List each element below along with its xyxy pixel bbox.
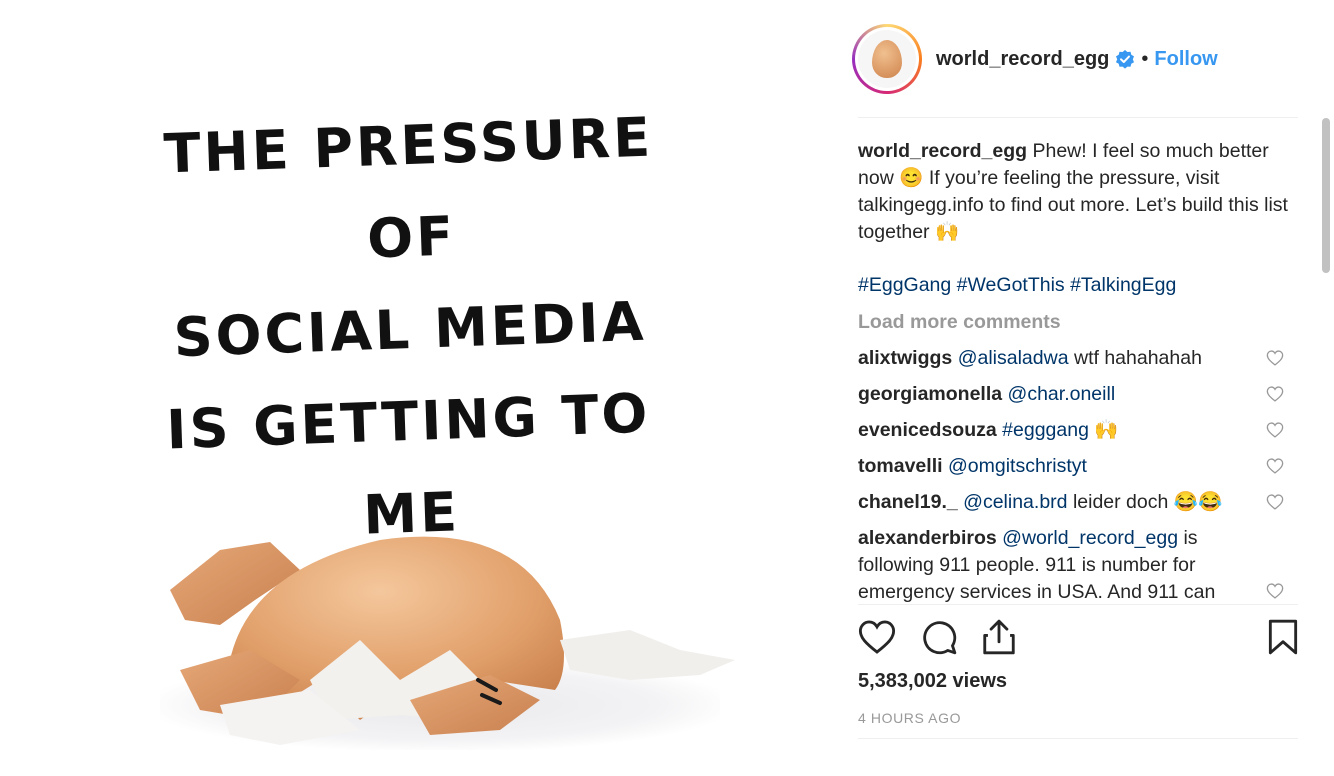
share-upload-icon[interactable] bbox=[980, 618, 1018, 656]
load-more-comments-button[interactable]: Load more comments bbox=[858, 309, 1298, 336]
header-divider bbox=[858, 117, 1298, 118]
verified-badge-icon bbox=[1116, 50, 1135, 69]
comment-username[interactable]: tomavelli bbox=[858, 455, 943, 477]
like-comment-heart-icon[interactable] bbox=[1266, 350, 1284, 366]
post-header: world_record_egg • Follow bbox=[852, 22, 1218, 96]
comment-mention[interactable]: @omgitschristyt bbox=[948, 455, 1087, 477]
post-side-panel: world_record_egg • Follow world_record_e… bbox=[830, 0, 1334, 776]
comment-username[interactable]: chanel19._ bbox=[858, 491, 958, 513]
comment-username[interactable]: alexanderbiros bbox=[858, 527, 997, 549]
comment-text: leider doch 😂😂 bbox=[1072, 491, 1223, 513]
header-username[interactable]: world_record_egg bbox=[936, 48, 1109, 71]
post-timestamp[interactable]: 4 HOURS AGO bbox=[858, 710, 961, 726]
comment-item: alixtwiggs @alisaladwa wtf hahahahah bbox=[858, 345, 1298, 372]
comments-scrollbar[interactable] bbox=[1322, 118, 1330, 273]
comment-mention[interactable]: @celina.brd bbox=[963, 491, 1067, 513]
comment-username[interactable]: evenicedsouza bbox=[858, 419, 997, 441]
like-heart-icon[interactable] bbox=[858, 618, 896, 656]
comment-mention[interactable]: @char.oneill bbox=[1008, 383, 1116, 405]
comment-item: chanel19._ @celina.brd leider doch 😂😂 bbox=[858, 489, 1298, 516]
comment-mention[interactable]: #egggang bbox=[1002, 419, 1089, 441]
comment-username[interactable]: alixtwiggs bbox=[858, 347, 952, 369]
post-caption: world_record_egg Phew! I feel so much be… bbox=[858, 138, 1298, 246]
egg-avatar-image bbox=[872, 40, 902, 78]
cracked-egg-illustration bbox=[170, 536, 735, 745]
comment-bubble-icon[interactable] bbox=[920, 618, 958, 656]
view-count: 5,383,002 views bbox=[858, 670, 1008, 692]
actions-divider bbox=[858, 604, 1298, 605]
post-actions-bar bbox=[858, 618, 1298, 658]
like-comment-heart-icon[interactable] bbox=[1266, 458, 1284, 474]
post-media[interactable]: THE PRESSURE OF SOCIAL MEDIA IS GETTING … bbox=[0, 0, 830, 776]
footer-divider bbox=[858, 738, 1298, 739]
follow-button[interactable]: Follow bbox=[1154, 48, 1217, 71]
image-text-line: THE PRESSURE OF bbox=[162, 105, 655, 271]
comment-mention[interactable]: @alisaladwa bbox=[958, 347, 1069, 369]
bookmark-save-icon[interactable] bbox=[1264, 618, 1302, 656]
caption-hashtags[interactable]: #EggGang #WeGotThis #TalkingEgg bbox=[858, 272, 1298, 299]
comment-text: 🙌 bbox=[1094, 419, 1119, 441]
comments-list[interactable]: world_record_egg Phew! I feel so much be… bbox=[858, 138, 1298, 604]
avatar[interactable] bbox=[852, 24, 922, 94]
header-separator: • bbox=[1141, 47, 1149, 70]
like-comment-heart-icon[interactable] bbox=[1266, 583, 1284, 599]
like-comment-heart-icon[interactable] bbox=[1266, 422, 1284, 438]
comment-item: georgiamonella @char.oneill bbox=[858, 381, 1298, 408]
comment-username[interactable]: georgiamonella bbox=[858, 383, 1002, 405]
like-comment-heart-icon[interactable] bbox=[1266, 494, 1284, 510]
comment-text: wtf hahahahah bbox=[1073, 347, 1202, 369]
comment-item: evenicedsouza #egggang 🙌 bbox=[858, 417, 1298, 444]
comment-item: alexanderbiros @world_record_egg is foll… bbox=[858, 525, 1298, 604]
like-comment-heart-icon[interactable] bbox=[1266, 386, 1284, 402]
comment-item: tomavelli @omgitschristyt bbox=[858, 453, 1298, 480]
image-text: THE PRESSURE OF SOCIAL MEDIA IS GETTING … bbox=[130, 100, 690, 560]
comment-mention[interactable]: @world_record_egg bbox=[1002, 527, 1178, 549]
caption-username[interactable]: world_record_egg bbox=[858, 140, 1027, 162]
